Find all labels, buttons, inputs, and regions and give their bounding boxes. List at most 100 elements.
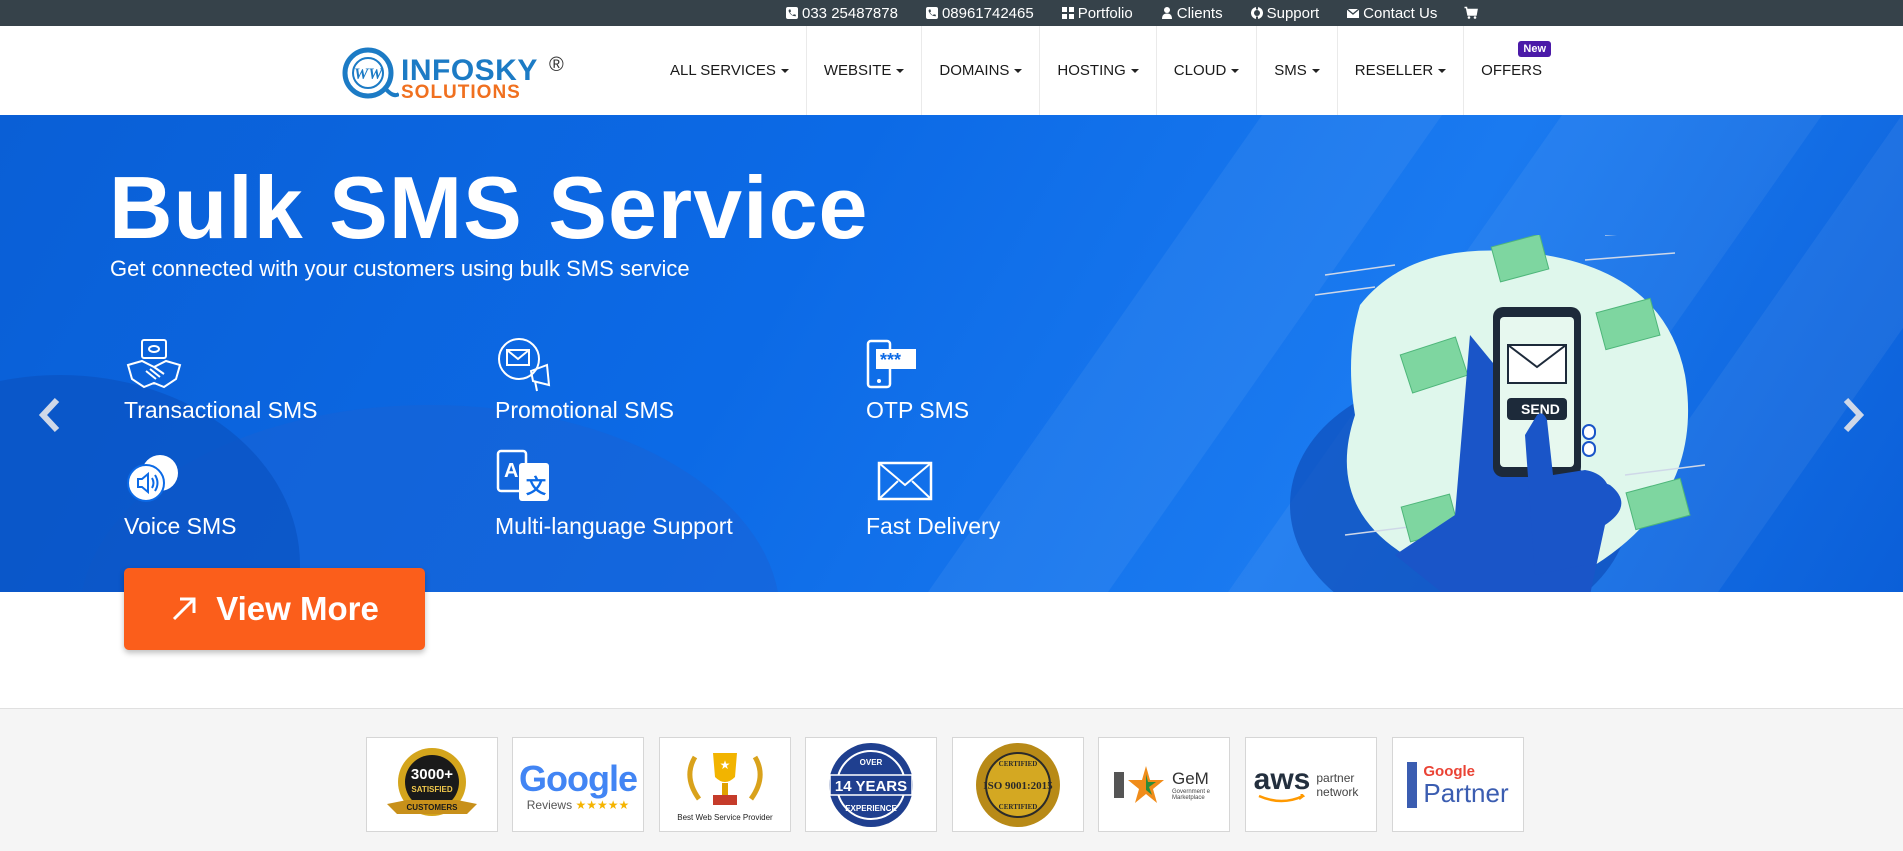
svg-text:A: A [504, 460, 518, 482]
nav-domains[interactable]: DOMAINS [922, 26, 1041, 115]
iso-bot: CERTIFIED [999, 803, 1038, 811]
star-rating-icon: ★★★★★ [575, 797, 630, 812]
site-logo[interactable]: WW INFOSKY SOLUTIONS ® [341, 38, 569, 103]
feature-fast-delivery-label: Fast Delivery [866, 513, 1001, 539]
badge-google-partner[interactable]: Google Partner [1392, 737, 1524, 832]
nav-all-services-label: ALL SERVICES [670, 62, 776, 79]
google-reviews-label: Reviews [526, 797, 573, 812]
nav-sms[interactable]: SMS [1257, 26, 1338, 115]
logo-registered-mark: ® [549, 54, 564, 76]
badge-3000-top: 3000+ [411, 766, 453, 783]
satisfied-customers-badge-icon: 3000+ SATISFIED CUSTOMERS [387, 747, 477, 816]
phone-1-text: 033 25487878 [802, 4, 898, 22]
send-sms-illustration: SEND [1314, 235, 1706, 592]
logo-subtitle: SOLUTIONS [401, 82, 521, 103]
portfolio-link[interactable]: Portfolio [1061, 5, 1133, 22]
partner-badges-strip: 3000+ SATISFIED CUSTOMERS Google Reviews… [0, 708, 1903, 851]
badge-google-reviews[interactable]: Google Reviews ★★★★★ [512, 737, 644, 832]
cart-link[interactable] [1464, 6, 1481, 20]
feature-promotional-label: Promotional SMS [495, 397, 674, 423]
caret-down-icon [1231, 68, 1240, 73]
svg-text:★: ★ [720, 758, 731, 772]
gem-brand: GeM [1172, 768, 1209, 788]
carousel-prev-arrow-icon[interactable] [35, 395, 65, 435]
gem-subtitle: Government e Marketplace [1172, 788, 1211, 801]
caret-down-icon [896, 68, 905, 73]
svg-text:***: *** [880, 350, 901, 370]
svg-text:文: 文 [526, 474, 547, 498]
svg-text:WW: WW [354, 66, 384, 83]
badge-14-years[interactable]: OVER 14 YEARS EXPERIENCE [805, 737, 937, 832]
contact-link[interactable]: Contact Us [1346, 5, 1437, 22]
google-partner-label: Partner [1423, 778, 1509, 808]
carousel-next-arrow-icon[interactable] [1838, 395, 1868, 435]
nav-reseller[interactable]: RESELLER [1338, 26, 1465, 115]
support-text: Support [1266, 4, 1320, 22]
badge-3000-mid: SATISFIED [411, 785, 452, 794]
caret-down-icon [780, 68, 789, 73]
lifebuoy-icon [1250, 6, 1263, 20]
badge-aws-partner[interactable]: aws partner network [1245, 737, 1377, 832]
badge-3000-customers[interactable]: 3000+ SATISFIED CUSTOMERS [366, 737, 498, 832]
top-bar: 033 25487878 08961742465 Portfolio Clien… [0, 0, 1903, 26]
trophy-icon: ★ [687, 753, 763, 805]
support-link[interactable]: Support [1250, 4, 1320, 22]
nav-website-label: WEBSITE [823, 62, 892, 79]
main-navbar: WW INFOSKY SOLUTIONS ® ALL SERVICES WEBS… [0, 26, 1903, 115]
envelope-icon [877, 461, 933, 501]
feature-otp-label: OTP SMS [866, 397, 970, 423]
otp-phone-icon: *** [866, 339, 916, 389]
phone-link-2[interactable]: 08961742465 [925, 5, 1034, 22]
google-g-letter: Google [519, 757, 638, 799]
phone-2-text: 08961742465 [941, 4, 1034, 22]
nav-all-services[interactable]: ALL SERVICES [653, 26, 807, 115]
aws-subtitle: partner network [1316, 770, 1359, 799]
grid-icon [1061, 7, 1074, 19]
hero-title: Bulk SMS Service [109, 158, 869, 257]
badge-best-web-provider[interactable]: ★ Best Web Service Provider [659, 737, 791, 832]
view-more-button[interactable]: View More [124, 568, 425, 650]
phone-link-1[interactable]: 033 25487878 [785, 5, 898, 22]
nav-website[interactable]: WEBSITE [807, 26, 923, 115]
caret-down-icon [1311, 68, 1320, 73]
hero-subtitle: Get connected with your customers using … [110, 256, 690, 281]
badge-14-mid: 14 YEARS [835, 778, 907, 795]
best-provider-caption: Best Web Service Provider [677, 813, 773, 822]
14-years-experience-badge-icon: OVER 14 YEARS EXPERIENCE [829, 742, 913, 827]
view-more-label: View More [216, 590, 379, 627]
nav-hosting[interactable]: HOSTING [1040, 26, 1157, 115]
logo-globe-icon: WW [342, 47, 399, 99]
nav-cloud-label: CLOUD [1173, 62, 1227, 79]
feature-voice-label: Voice SMS [124, 513, 237, 539]
badge-gem[interactable]: GeM Government e Marketplace [1098, 737, 1230, 832]
google-reviews-logo: Google [519, 757, 638, 800]
clients-link[interactable]: Clients [1160, 5, 1223, 22]
contact-text: Contact Us [1363, 4, 1438, 22]
user-icon [1161, 7, 1172, 19]
badge-iso-9001[interactable]: CERTIFIED ISO 9001:2015 CERTIFIED [952, 737, 1084, 832]
nav-domains-label: DOMAINS [939, 62, 1010, 79]
handshake-icon [126, 339, 182, 389]
new-badge: New [1518, 41, 1552, 57]
iso-mid: ISO 9001:2015 [983, 780, 1053, 792]
translate-icon: A 文 [496, 449, 549, 501]
nav-offers[interactable]: OFFERS New [1464, 26, 1559, 115]
phone-icon [786, 7, 798, 19]
nav-reseller-label: RESELLER [1354, 62, 1434, 79]
aws-brand: aws [1253, 762, 1311, 796]
badge-3000-bot: CUSTOMERS [407, 803, 459, 812]
nav-offers-label: OFFERS [1481, 62, 1543, 79]
nav-cloud[interactable]: CLOUD [1157, 26, 1258, 115]
nav-hosting-label: HOSTING [1057, 62, 1126, 79]
caret-down-icon [1130, 68, 1139, 73]
nav-menu: ALL SERVICES WEBSITE DOMAINS HOSTING CLO… [653, 26, 1559, 115]
voice-bubble-icon [127, 455, 178, 502]
arrow-up-right-icon [173, 597, 196, 621]
badge-14-bot: EXPERIENCE [845, 804, 897, 813]
hero-slider: Bulk SMS Service Get connected with your… [0, 115, 1903, 592]
cart-icon [1464, 6, 1479, 19]
megaphone-envelope-icon [498, 338, 551, 392]
iso-top: CERTIFIED [999, 760, 1038, 768]
aws-smile-icon [1258, 793, 1306, 802]
gem-emblem-icon [1114, 765, 1164, 803]
